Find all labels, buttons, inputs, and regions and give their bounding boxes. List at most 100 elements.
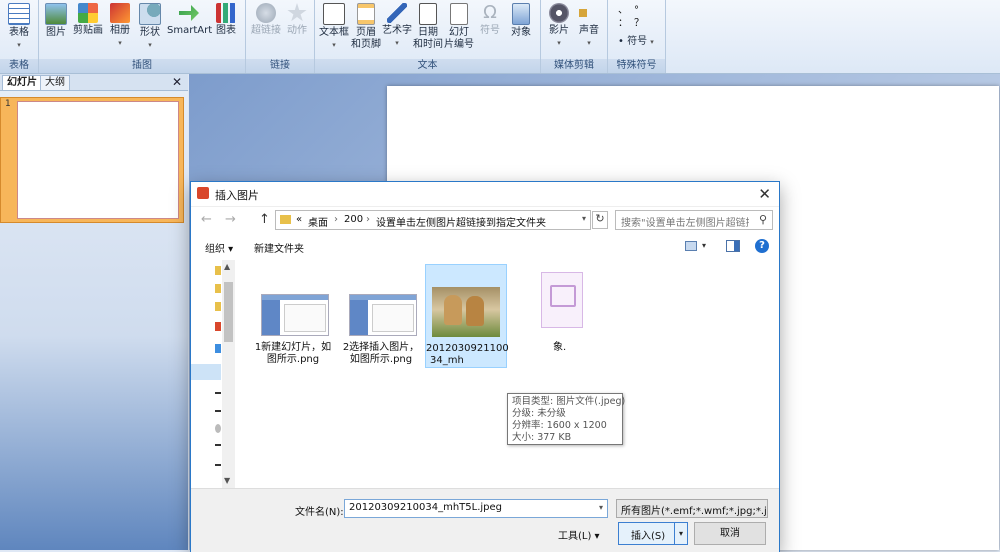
dialog-title: 插入图片 — [215, 189, 259, 202]
ribbon-group-links: 超链接 动作 链接 — [246, 0, 315, 73]
breadcrumb-200[interactable]: 200 — [344, 214, 363, 225]
ribbon-group-special: 、°：？ • 符号 ▾ 特殊符号 — [608, 0, 666, 73]
tab-slides[interactable]: 幻灯片 — [2, 75, 42, 90]
insert-dropdown-icon[interactable]: ▾ — [674, 523, 687, 544]
nav-item-selected[interactable] — [191, 364, 221, 380]
refresh-icon[interactable]: ↻ — [592, 211, 608, 229]
breadcrumb-separator: › — [334, 214, 338, 225]
textbox-button[interactable]: 文本框 ▾ — [319, 3, 349, 51]
breadcrumb-desktop[interactable]: 桌面 — [308, 214, 328, 229]
dialog-close-icon[interactable]: ✕ — [758, 185, 771, 203]
nav-drive-icon[interactable] — [215, 444, 221, 446]
slide-number-button[interactable]: 幻灯 片编号 — [443, 3, 475, 51]
breadcrumb-overflow[interactable]: « — [296, 214, 302, 225]
back-arrow-icon[interactable]: ← — [201, 212, 212, 227]
object-button-label: 对象 — [511, 27, 531, 38]
scroll-up-icon[interactable]: ▲ — [224, 262, 230, 271]
picture-icon — [45, 3, 67, 25]
action-button[interactable]: 动作 — [284, 3, 310, 37]
slide-thumbnail-selected[interactable]: 1 — [0, 97, 184, 223]
ribbon-group-text: 文本框 ▾ 页眉 和页脚 艺术字 ▾ 日期 和时间 幻灯 片编号 Ω 符号 对象… — [315, 0, 541, 73]
special-symbol-label: 符号 — [627, 36, 648, 47]
object-button[interactable]: 对象 — [507, 3, 535, 39]
chevron-down-icon[interactable]: ▾ — [582, 214, 586, 223]
view-mode-icon[interactable] — [685, 241, 697, 251]
picture-button[interactable]: 图片 — [43, 3, 69, 39]
search-input[interactable]: 搜索"设置单击左侧图片超链接... ⚲ — [615, 210, 773, 230]
file-name-line-1: 2012030921100 — [426, 343, 509, 354]
table-button[interactable]: 表格 ▾ — [6, 3, 32, 51]
shapes-button[interactable]: 形状 ▾ — [137, 3, 163, 51]
clipart-button[interactable]: 剪贴画 — [71, 3, 105, 37]
nav-drive-icon[interactable] — [215, 392, 221, 394]
group-label-text: 文本 — [315, 59, 540, 73]
picture-glyph-icon — [550, 285, 576, 307]
nav-folder-icon[interactable] — [215, 284, 221, 293]
bar-chart-icon — [216, 3, 236, 23]
dog-shape — [444, 295, 462, 325]
tools-button[interactable]: 工具(L) ▾ — [558, 527, 600, 542]
insert-button[interactable]: 插入(S) ▾ — [618, 522, 688, 545]
nav-drive-icon[interactable] — [215, 410, 221, 412]
filetype-value: 所有图片(*.emf;*.wmf;*.jpg;*.j — [621, 506, 767, 517]
filename-field[interactable]: 20120309210034_mhT5L.jpeg ▾ — [344, 499, 608, 518]
file-item[interactable]: 象. — [517, 264, 597, 366]
slide-number-icon — [450, 3, 468, 25]
wordart-icon — [387, 3, 407, 23]
filename-label: 文件名(N): — [295, 507, 344, 518]
special-symbols-grid[interactable]: 、°：？ — [618, 4, 658, 30]
shapes-icon — [139, 3, 161, 25]
movie-button[interactable]: 影片 ▾ — [545, 3, 573, 49]
nav-app-icon[interactable] — [215, 322, 221, 331]
forward-arrow-icon[interactable]: → — [225, 212, 236, 227]
datetime-button[interactable]: 日期 和时间 — [413, 3, 443, 51]
scroll-down-icon[interactable]: ▼ — [224, 476, 230, 485]
album-button[interactable]: 相册 ▾ — [107, 3, 133, 49]
chart-button[interactable]: 图表 — [213, 3, 239, 37]
nav-folder-icon[interactable] — [215, 302, 221, 311]
preview-pane-icon[interactable] — [726, 240, 740, 252]
help-icon[interactable]: ? — [755, 239, 769, 253]
ribbon-group-media: 影片 ▾ 声音 ▾ 媒体剪辑 — [541, 0, 608, 73]
tooltip-rating: 分级: 未分级 — [512, 408, 566, 419]
nav-network-icon[interactable] — [215, 424, 221, 433]
dialog-titlebar[interactable]: 插入图片 ✕ — [191, 182, 779, 207]
chevron-down-icon[interactable]: ▾ — [599, 503, 603, 512]
tooltip-type: 项目类型: 图片文件(.jpeg) — [512, 396, 626, 407]
filetype-select[interactable]: 所有图片(*.emf;*.wmf;*.jpg;*.j — [616, 499, 768, 518]
address-bar[interactable]: « 桌面 › 200 › 设置单击左侧图片超链接到指定文件夹 ▾ — [275, 210, 591, 230]
symbol-button[interactable]: Ω 符号 — [477, 3, 503, 37]
nav-drive-icon[interactable] — [215, 464, 221, 466]
nav-cloud-icon[interactable] — [215, 344, 221, 353]
dialog-footer: 文件名(N): 20120309210034_mhT5L.jpeg ▾ 所有图片… — [191, 488, 779, 552]
file-name: 象. — [553, 342, 567, 353]
scrollbar-thumb[interactable] — [224, 282, 233, 342]
file-item[interactable]: 2选择插入图片，如图所示.png — [341, 264, 421, 366]
special-symbol-button[interactable]: • 符号 ▾ — [618, 36, 658, 48]
breadcrumb-current-folder[interactable]: 设置单击左侧图片超链接到指定文件夹 — [376, 214, 546, 229]
nav-scrollbar[interactable]: ▲ ▼ — [222, 260, 235, 488]
sound-button[interactable]: 声音 ▾ — [575, 3, 603, 49]
table-button-label: 表格 — [9, 27, 29, 38]
slide-thumbnail[interactable] — [17, 101, 179, 219]
wordart-button[interactable]: 艺术字 ▾ — [381, 3, 413, 49]
smartart-button[interactable]: SmartArt — [167, 3, 212, 37]
slide-number: 1 — [5, 99, 11, 109]
textbox-icon — [323, 3, 345, 25]
nav-folder-icon[interactable] — [215, 266, 221, 275]
file-name: 2选择插入图片，如图所示.png — [342, 342, 420, 365]
clipart-icon — [78, 3, 98, 23]
chevron-down-icon[interactable]: ▾ — [702, 241, 706, 250]
new-folder-button[interactable]: 新建文件夹 — [254, 240, 304, 255]
panel-close-icon[interactable]: ✕ — [172, 74, 182, 90]
header-footer-button[interactable]: 页眉 和页脚 — [351, 3, 381, 51]
file-item[interactable]: 1新建幻灯片，如图所示.png — [253, 264, 333, 366]
photo-album-icon — [110, 3, 130, 23]
tab-outline[interactable]: 大纲 — [40, 75, 70, 90]
file-list: 1新建幻灯片，如图所示.png 2选择插入图片，如图所示.png 2012030… — [241, 260, 779, 488]
file-item-selected[interactable]: 2012030921100 34_mh — [425, 264, 509, 368]
organize-button[interactable]: 组织 ▾ — [205, 240, 233, 255]
up-arrow-icon[interactable]: ↑ — [259, 212, 270, 227]
cancel-button[interactable]: 取消 — [694, 522, 766, 545]
hyperlink-button[interactable]: 超链接 — [250, 3, 282, 37]
